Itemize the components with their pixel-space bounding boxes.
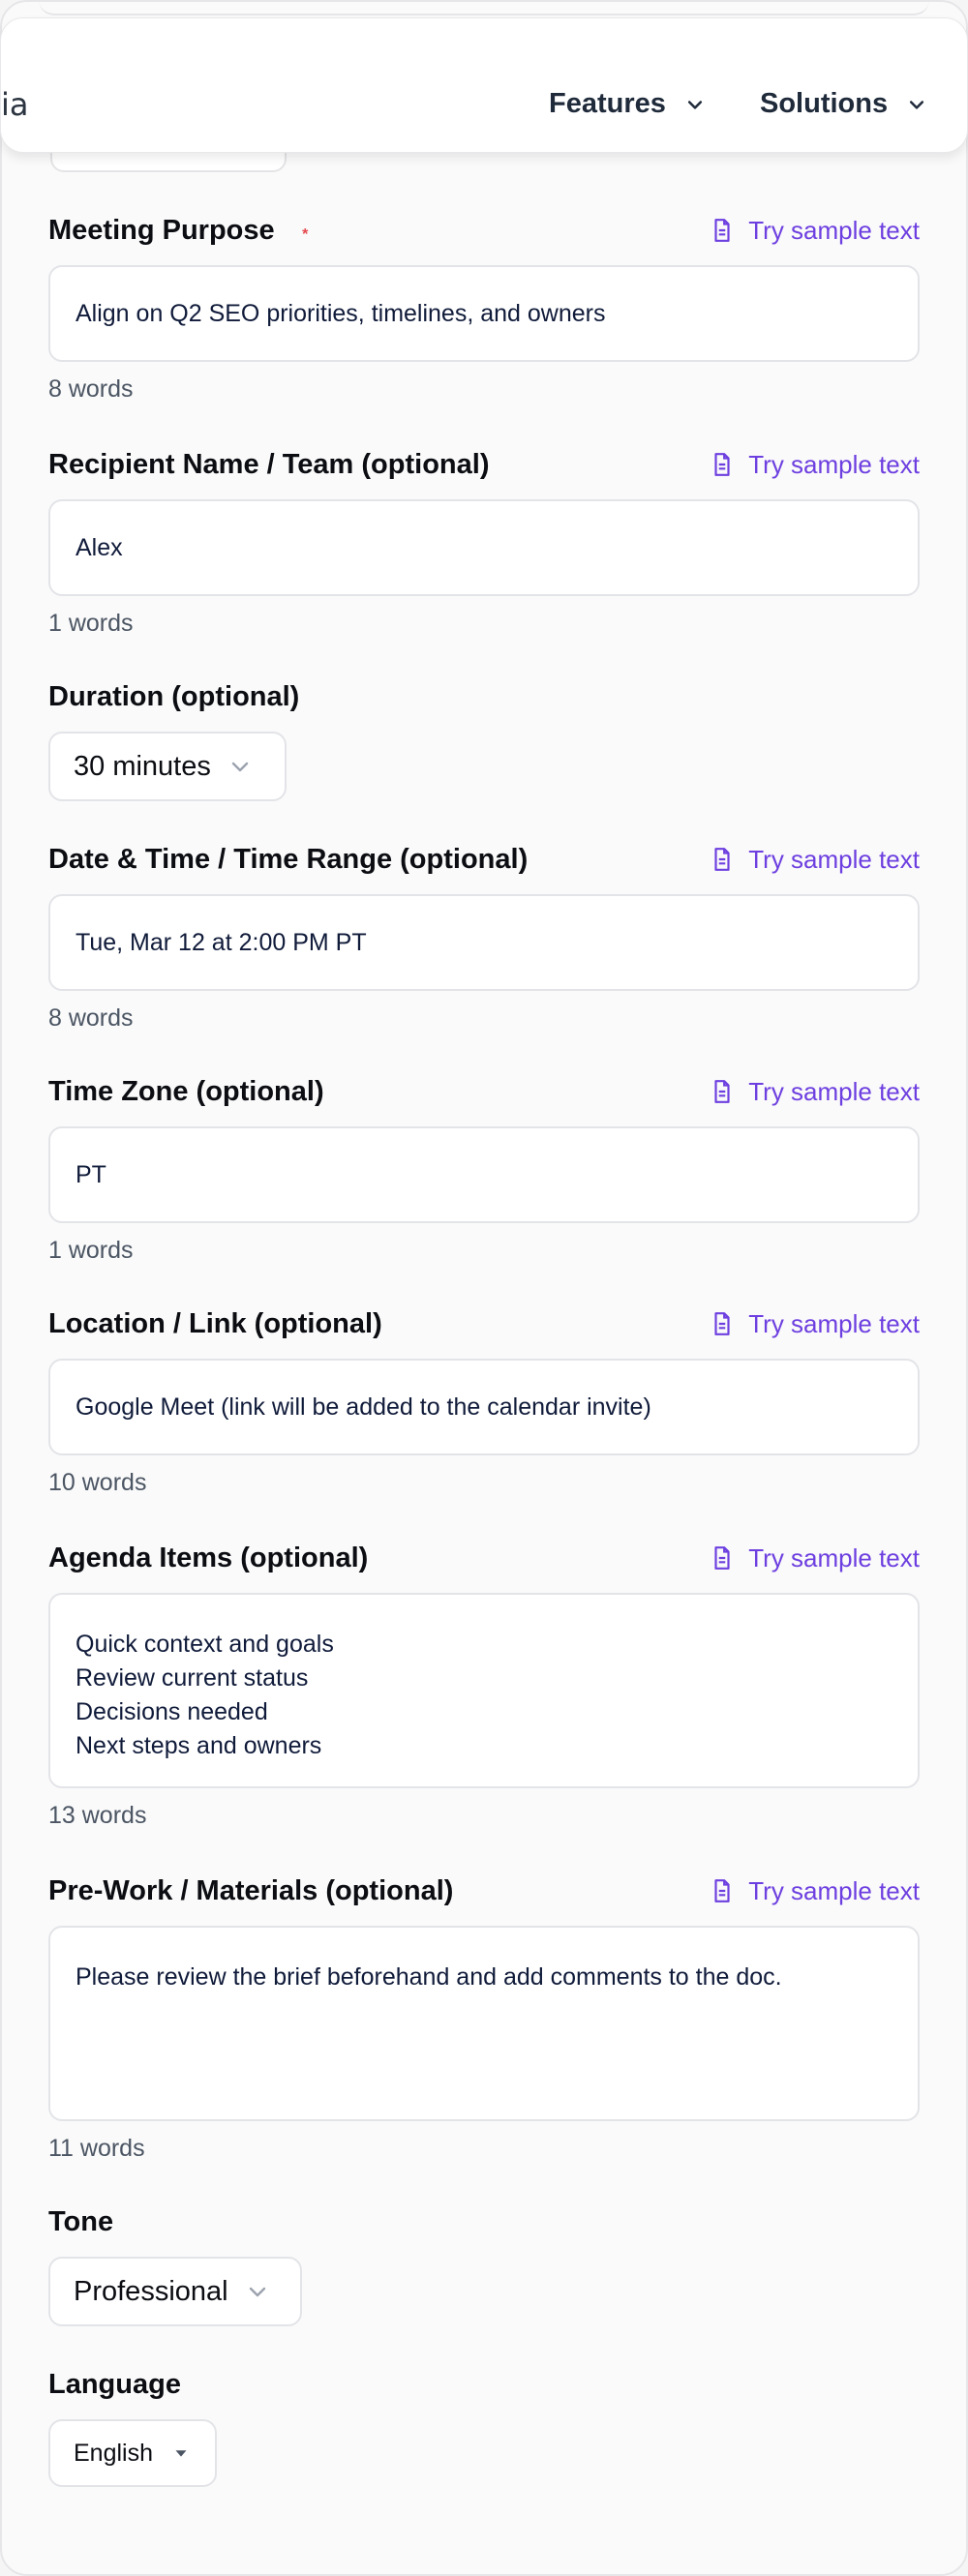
nav-features[interactable]: Features [549, 88, 705, 120]
word-count: 10 words [48, 1469, 147, 1496]
datetime-label: Date & Time / Time Range (optional) [48, 843, 529, 875]
document-icon [714, 453, 730, 476]
try-sample-button[interactable]: Try sample text [710, 1309, 920, 1339]
timezone-label: Time Zone (optional) [48, 1075, 324, 1107]
field-duration: Duration (optional) 30 minutes [48, 677, 920, 801]
top-navbar: ia Features Solutions [0, 17, 968, 153]
word-count: 8 words [48, 1004, 134, 1032]
nav-solutions-label: Solutions [760, 88, 889, 119]
top-strip [39, 0, 929, 15]
try-sample-button[interactable]: Try sample text [710, 450, 920, 480]
word-count: 1 words [48, 1237, 134, 1264]
meeting-purpose-label: Meeting Purpose [48, 214, 275, 246]
location-input[interactable]: Google Meet (link will be added to the c… [48, 1359, 920, 1455]
field-timezone: Time Zone (optional) Try sample text PT … [48, 1072, 920, 1265]
required-asterisk: * [302, 225, 309, 243]
agenda-label: Agenda Items (optional) [48, 1542, 369, 1573]
meeting-purpose-input[interactable]: Align on Q2 SEO priorities, timelines, a… [48, 265, 920, 362]
chevron-down-icon [687, 100, 702, 109]
word-count: 8 words [48, 375, 134, 403]
language-select[interactable]: English [48, 2419, 217, 2487]
chevron-down-icon [231, 762, 249, 772]
language-label: Language [48, 2368, 181, 2400]
word-count: 11 words [48, 2135, 145, 2162]
field-agenda: Agenda Items (optional) Try sample text … [48, 1539, 920, 1830]
agenda-textarea[interactable]: Quick context and goals Review current s… [48, 1593, 920, 1788]
document-icon [714, 1312, 730, 1335]
recipient-input[interactable]: Alex [48, 499, 920, 596]
field-tone: Tone Professional [48, 2202, 920, 2326]
document-icon [714, 1546, 730, 1570]
field-meeting-purpose: Meeting Purpose * Try sample text Align … [48, 211, 920, 404]
duration-select[interactable]: 30 minutes [48, 732, 287, 801]
document-icon [714, 1080, 730, 1103]
nav-features-label: Features [549, 88, 666, 119]
document-icon [714, 848, 730, 871]
prework-label: Pre-Work / Materials (optional) [48, 1874, 454, 1906]
try-sample-button[interactable]: Try sample text [710, 845, 920, 875]
field-language: Language English [48, 2365, 920, 2487]
brand-logo-fragment[interactable]: ia [1, 86, 29, 123]
try-sample-button[interactable]: Try sample text [710, 1876, 920, 1906]
duration-label: Duration (optional) [48, 680, 300, 712]
field-prework: Pre-Work / Materials (optional) Try samp… [48, 1872, 920, 2163]
word-count: 13 words [48, 1802, 147, 1829]
try-sample-label: Try sample text [748, 215, 920, 245]
document-icon [714, 219, 730, 242]
caret-down-icon [175, 2450, 187, 2457]
prework-textarea[interactable]: Please review the brief beforehand and a… [48, 1926, 920, 2121]
tone-label: Tone [48, 2205, 114, 2237]
word-count: 1 words [48, 610, 134, 637]
chevron-down-icon [910, 100, 924, 109]
location-label: Location / Link (optional) [48, 1307, 382, 1339]
recipient-label: Recipient Name / Team (optional) [48, 448, 490, 480]
chevron-down-icon [249, 2287, 265, 2297]
field-datetime: Date & Time / Time Range (optional) Try … [48, 840, 920, 1033]
try-sample-button[interactable]: Try sample text [710, 1077, 920, 1107]
field-recipient: Recipient Name / Team (optional) Try sam… [48, 445, 920, 638]
try-sample-button[interactable]: Try sample text [710, 216, 920, 246]
document-icon [714, 1879, 730, 1902]
tone-select[interactable]: Professional [48, 2257, 302, 2326]
timezone-input[interactable]: PT [48, 1126, 920, 1223]
try-sample-button[interactable]: Try sample text [710, 1543, 920, 1573]
nav-solutions[interactable]: Solutions [760, 88, 926, 120]
datetime-input[interactable]: Tue, Mar 12 at 2:00 PM PT [48, 894, 920, 991]
field-location: Location / Link (optional) Try sample te… [48, 1304, 920, 1497]
